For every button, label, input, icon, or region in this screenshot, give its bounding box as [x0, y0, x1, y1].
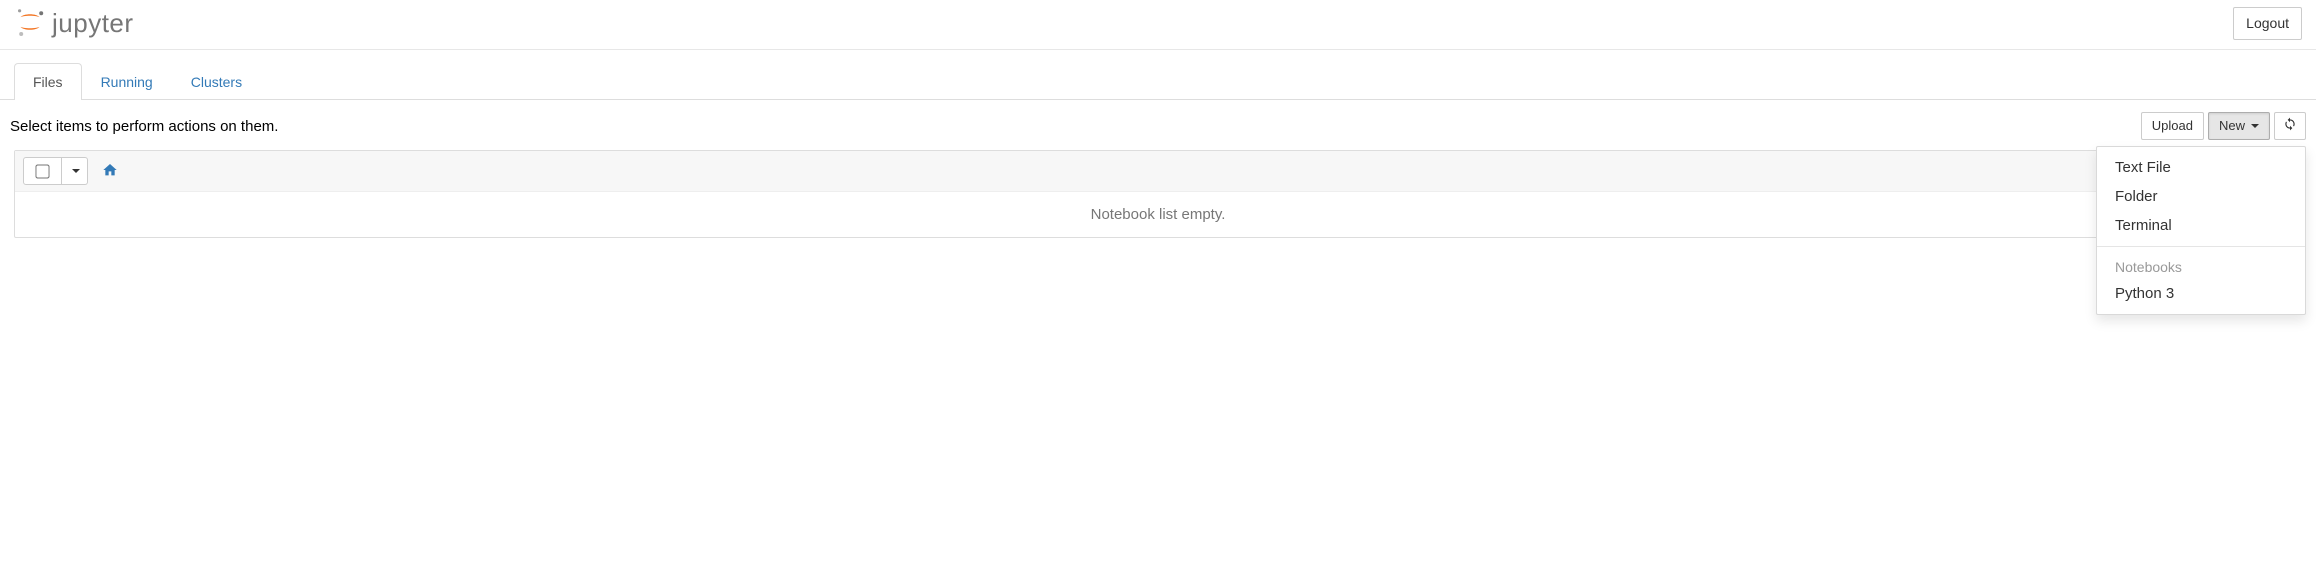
new-menu-folder[interactable]: Folder [2097, 182, 2305, 211]
upload-button[interactable]: Upload [2141, 112, 2204, 140]
tab-files[interactable]: Files [14, 63, 82, 100]
caret-down-icon [72, 169, 80, 173]
refresh-button[interactable] [2274, 112, 2306, 140]
new-dropdown-button[interactable]: New [2208, 112, 2270, 140]
new-menu-text-file[interactable]: Text File [2097, 153, 2305, 182]
logo-text: jupyter [52, 8, 134, 39]
home-icon [102, 162, 118, 181]
caret-down-icon [2251, 124, 2259, 128]
select-all-checkbox-wrap[interactable] [23, 157, 62, 185]
new-menu-terminal[interactable]: Terminal [2097, 211, 2305, 240]
refresh-icon [2283, 117, 2297, 136]
select-dropdown-button[interactable] [62, 157, 88, 185]
notebook-list: Notebook list empty. [14, 150, 2302, 238]
dropdown-divider [2097, 246, 2305, 247]
tab-running[interactable]: Running [82, 63, 172, 100]
breadcrumb-home[interactable] [102, 162, 118, 181]
new-menu-python3[interactable]: Python 3 [2097, 279, 2305, 308]
list-header [15, 151, 2301, 192]
select-all-checkbox[interactable] [35, 164, 49, 178]
new-menu-notebooks-header: Notebooks [2097, 253, 2305, 279]
new-dropdown-label: New [2219, 117, 2245, 135]
tabs-nav: Files Running Clusters [0, 50, 2316, 100]
logout-button[interactable]: Logout [2233, 7, 2302, 41]
jupyter-logo-icon [14, 6, 46, 41]
list-empty-message: Notebook list empty. [15, 192, 2301, 237]
jupyter-logo[interactable]: jupyter [14, 6, 134, 41]
tab-clusters[interactable]: Clusters [172, 63, 261, 100]
action-instruction: Select items to perform actions on them. [10, 118, 278, 135]
new-dropdown-menu: Text File Folder Terminal Notebooks Pyth… [2096, 146, 2306, 315]
